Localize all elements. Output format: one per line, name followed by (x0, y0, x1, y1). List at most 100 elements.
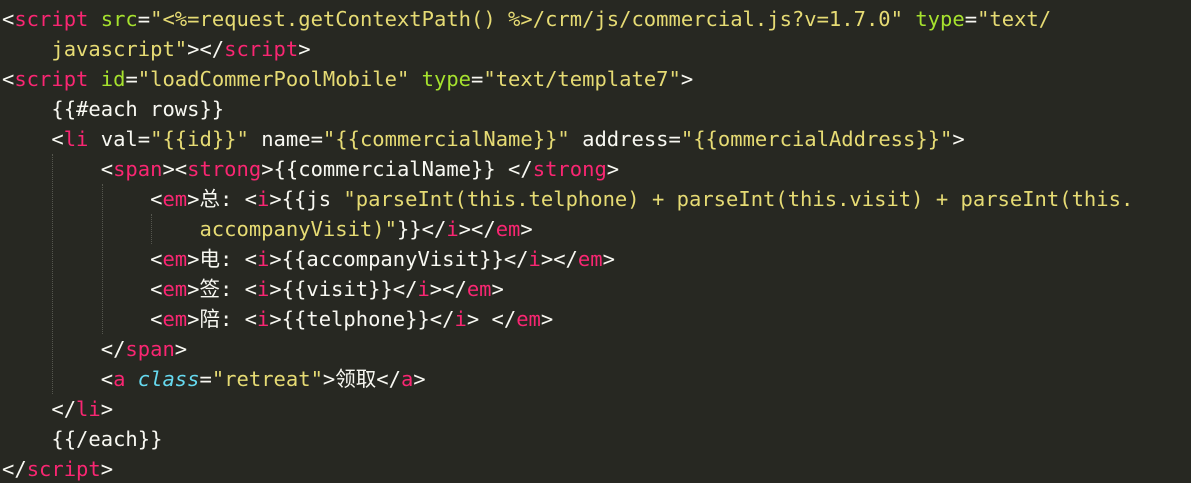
code-token: "{{ommercialAddress}}" (680, 127, 953, 151)
code-token: script (224, 37, 299, 61)
code-token: em (516, 307, 541, 331)
code-line: <script id="loadCommerPoolMobile" type="… (2, 64, 693, 94)
code-token: < (150, 277, 163, 301)
code-token: i (454, 307, 467, 331)
code-token: >{{js (269, 187, 344, 211)
code-token: > (413, 367, 426, 391)
code-token: type (915, 7, 965, 31)
code-token: i (257, 307, 270, 331)
code-token: name= (248, 127, 323, 151)
code-token: i (257, 187, 270, 211)
code-line: <em>电: <i>{{accompanyVisit}}</i></em> (150, 244, 615, 274)
code-token: > (174, 337, 188, 361)
code-token: i (417, 277, 430, 301)
code-token: "parseInt(this.telphone) + parseInt(this… (343, 187, 1134, 211)
code-token: span (113, 157, 163, 181)
code-token: "retreat" (211, 367, 323, 391)
code-token: class (137, 367, 200, 391)
code-line: </span> (101, 334, 187, 364)
code-token: address= (569, 127, 681, 151)
code-token: span (125, 337, 175, 361)
code-token: = (964, 7, 978, 31)
code-token: a (113, 367, 126, 391)
code-token: "{{id}}" (150, 127, 249, 151)
code-token: "text/template7" (483, 67, 681, 91)
code-token: {{#each rows}} (51, 97, 225, 121)
code-token: em (162, 277, 188, 301)
code-line: <em>陪: <i>{{telphone}}</i> </em> (150, 304, 553, 334)
code-token: = (137, 7, 151, 31)
code-token: = (471, 67, 484, 91)
indent-guide (52, 154, 54, 394)
code-token: javascript" (51, 37, 188, 61)
code-token: script (26, 457, 101, 481)
code-token: = (199, 367, 212, 391)
code-token: > (520, 217, 533, 241)
code-token: i (528, 247, 541, 271)
code-token: ></ (458, 217, 496, 241)
code-token: >{{telphone}}</ (269, 307, 455, 331)
code-token: ></ (429, 277, 467, 301)
code-token: >{{accompanyVisit}}</ (269, 247, 529, 271)
code-token: >电: < (187, 247, 257, 271)
code-token: >领取</ (322, 367, 401, 391)
code-token: < (100, 367, 114, 391)
code-token: id (100, 67, 126, 91)
code-token: val= (88, 127, 151, 151)
code-token: strong (532, 157, 607, 181)
code-line: <span><strong>{{commercialName}} </stron… (101, 154, 619, 184)
code-token: = (125, 67, 138, 91)
code-line: </script> (2, 454, 113, 483)
code-line: <em>总: <i>{{js "parseInt(this.telphone) … (150, 184, 1133, 214)
code-token: > (298, 37, 311, 61)
code-line: <em>签: <i>{{visit}}</i></em> (150, 274, 504, 304)
code-token: li (76, 397, 101, 421)
code-token: i (446, 217, 459, 241)
code-token: a (400, 367, 414, 391)
code-token: accompanyVisit)" (199, 217, 397, 241)
code-token: "text/ (977, 7, 1052, 31)
code-token: >{{commercialName}} </ (261, 157, 533, 181)
code-token: < (2, 67, 15, 91)
code-token: > (491, 277, 504, 301)
code-token: >< (162, 157, 188, 181)
code-token: > (606, 157, 620, 181)
code-token: ></ (187, 37, 225, 61)
code-token: < (51, 127, 64, 151)
code-token: "{{commercialName}}" (322, 127, 570, 151)
code-token: em (162, 247, 188, 271)
code-token: script (14, 7, 89, 31)
indent-guide (151, 214, 153, 244)
indent-guide (101, 184, 103, 334)
code-token: > (952, 127, 965, 151)
code-token: < (150, 307, 163, 331)
code-token: < (150, 247, 163, 271)
code-token: em (162, 307, 188, 331)
code-token: > (540, 307, 554, 331)
code-token: ></ (540, 247, 578, 271)
code-token: >总: < (187, 187, 257, 211)
code-line: {{#each rows}} (51, 94, 224, 124)
code-line: javascript"></script> (51, 34, 310, 64)
code-editor[interactable]: <script src="<%=request.getContextPath()… (0, 0, 1191, 483)
code-token: </ (51, 397, 77, 421)
code-token: "loadCommerPoolMobile" (137, 67, 410, 91)
code-token: > (100, 397, 114, 421)
code-token: i (257, 277, 270, 301)
code-line: <li val="{{id}}" name="{{commercialName}… (51, 124, 964, 154)
code-token: }}</ (396, 217, 447, 241)
code-token: </ (100, 337, 126, 361)
code-token: < (150, 187, 163, 211)
code-line: <a class="retreat">领取</a> (101, 364, 426, 394)
code-line: accompanyVisit)"}}</i></em> (199, 214, 532, 244)
code-token: >签: < (187, 277, 257, 301)
code-token: {{/each}} (51, 427, 163, 451)
code-token: < (2, 7, 15, 31)
code-token: em (577, 247, 603, 271)
code-token: < (100, 157, 114, 181)
code-token: >{{visit}}</ (269, 277, 418, 301)
code-line: {{/each}} (51, 424, 162, 454)
